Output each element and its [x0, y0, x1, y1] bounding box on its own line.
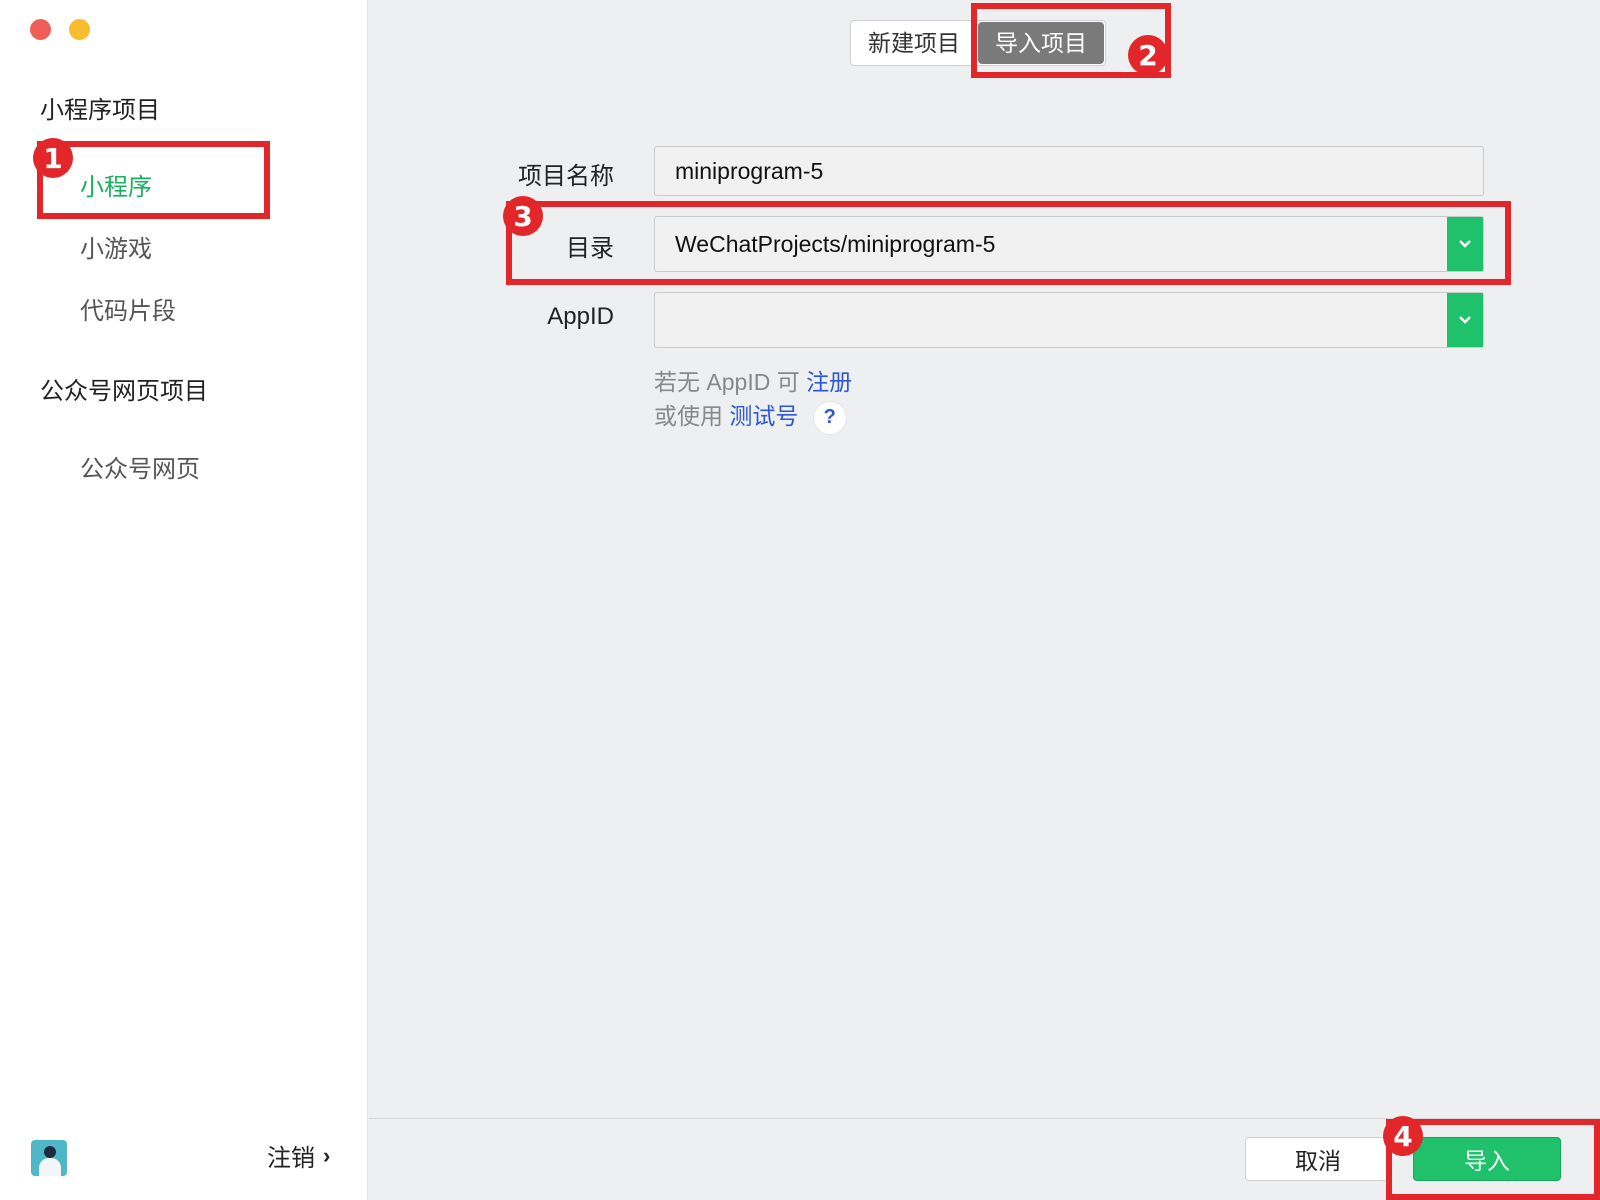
logout-button[interactable]: 注销 ›: [267, 1138, 330, 1173]
appid-label: AppID: [547, 303, 614, 330]
project-name-input[interactable]: miniprogram-5: [654, 146, 1484, 196]
project-name-label: 项目名称: [518, 163, 614, 190]
test-account-link[interactable]: 测试号: [729, 403, 798, 429]
appid-register-hint: 若无 AppID 可 注册: [654, 363, 852, 397]
sidebar-item-minigame[interactable]: 小游戏: [80, 229, 152, 264]
chevron-right-icon: ›: [323, 1142, 331, 1168]
annotation-badge-1: 1: [33, 138, 73, 178]
sidebar-item-official-account-web[interactable]: 公众号网页: [80, 449, 200, 484]
hint-test-text: 或使用: [654, 403, 723, 429]
window-minimize-button[interactable]: [69, 19, 90, 40]
annotation-badge-3: 3: [503, 196, 543, 236]
appid-select[interactable]: [654, 292, 1484, 348]
logout-label: 注销: [267, 1145, 315, 1172]
appid-dropdown-button[interactable]: [1447, 293, 1483, 347]
hint-register-text: 若无 AppID 可: [654, 369, 800, 395]
appid-test-hint: 或使用 测试号 ?: [654, 397, 847, 435]
project-name-value: miniprogram-5: [675, 157, 824, 184]
sidebar-item-code-snippet[interactable]: 代码片段: [80, 291, 176, 326]
register-link[interactable]: 注册: [806, 369, 852, 395]
sidebar-group-miniprogram-projects: 小程序项目: [40, 97, 160, 124]
avatar[interactable]: [31, 1140, 67, 1176]
tab-new-project[interactable]: 新建项目: [851, 21, 977, 65]
annotation-badge-4: 4: [1383, 1116, 1423, 1156]
cancel-button[interactable]: 取消: [1245, 1137, 1391, 1181]
help-icon[interactable]: ?: [812, 400, 847, 435]
sidebar-group-official-account-projects: 公众号网页项目: [40, 378, 208, 405]
window-close-button[interactable]: [30, 19, 51, 40]
chevron-down-icon: [1459, 316, 1471, 324]
annotation-box-3: [506, 201, 1511, 285]
annotation-badge-2: 2: [1128, 35, 1168, 75]
